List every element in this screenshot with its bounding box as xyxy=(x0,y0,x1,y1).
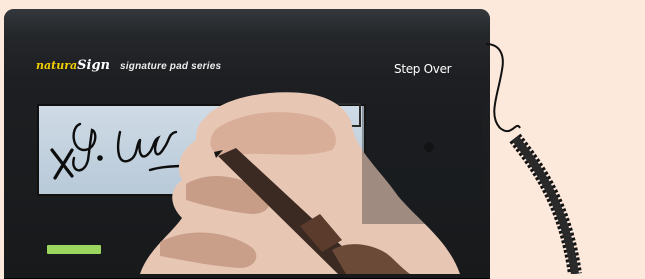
photo-overlay xyxy=(50,43,582,274)
cable-wire xyxy=(485,43,521,133)
device-shadow xyxy=(362,104,482,224)
photo-scene: natura Sign signature pad series Step Ov… xyxy=(0,0,645,279)
coiled-cable xyxy=(509,133,582,274)
